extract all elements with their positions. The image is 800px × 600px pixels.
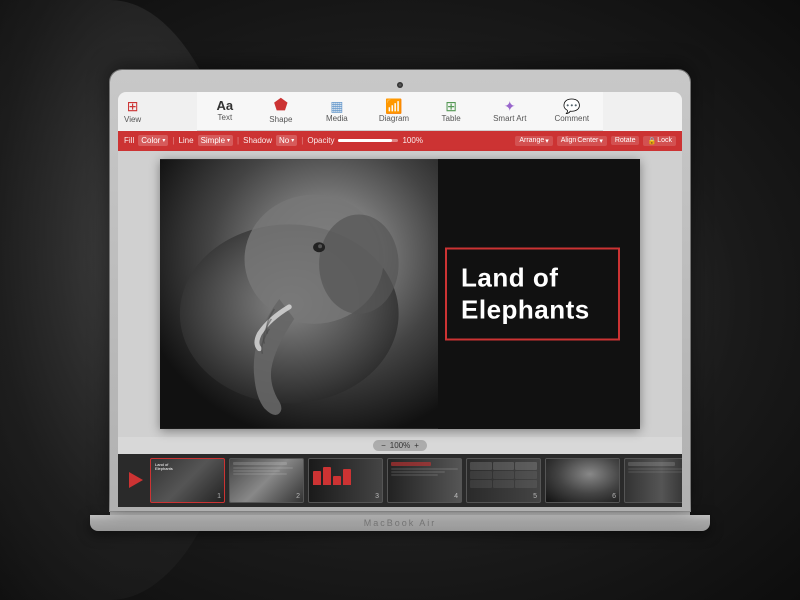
thumb-6-content bbox=[546, 459, 619, 502]
lock-icon: 🔒 bbox=[647, 137, 656, 145]
thumb-4-number: 4 bbox=[454, 493, 458, 500]
slide-strip: Land ofElephants 1 2 bbox=[118, 454, 682, 507]
align-button[interactable]: Align Center ▾ bbox=[557, 136, 607, 146]
rotate-button[interactable]: Rotate bbox=[611, 136, 640, 145]
zoom-minus-icon[interactable]: − bbox=[381, 441, 386, 450]
color-value: Color bbox=[141, 136, 160, 145]
slide-thumbnail-6[interactable]: 6 bbox=[545, 458, 620, 503]
thumb-2-content bbox=[230, 459, 303, 478]
diagram-icon: 📶 bbox=[385, 99, 402, 113]
fill-label: Fill bbox=[124, 136, 134, 145]
webcam bbox=[397, 82, 403, 88]
arrange-button[interactable]: Arrange ▾ bbox=[515, 136, 552, 146]
thumb-4-content bbox=[388, 459, 461, 479]
align-label: Align bbox=[561, 137, 577, 144]
slide-thumbnail-3[interactable]: 3 bbox=[308, 458, 383, 503]
smartart-icon: ✦ bbox=[504, 99, 516, 113]
smartart-label: Smart Art bbox=[493, 114, 526, 123]
toolbar-table-button[interactable]: ⊞ Table bbox=[431, 97, 471, 125]
slide-thumbnail-7[interactable]: 7 bbox=[624, 458, 682, 503]
shadow-dropdown[interactable]: No bbox=[276, 135, 297, 146]
toolbar-media-button[interactable]: ▦ Media bbox=[317, 97, 357, 125]
comment-label: Comment bbox=[554, 114, 589, 123]
slide-area: Land of Elephants bbox=[118, 151, 682, 437]
zoom-pill[interactable]: − 100% + bbox=[373, 440, 427, 451]
arrange-chevron-icon: ▾ bbox=[545, 137, 549, 145]
shadow-label: Shadow bbox=[243, 136, 272, 145]
thumb-1-content: Land ofElephants bbox=[151, 459, 224, 477]
thumb-3-content bbox=[309, 459, 382, 489]
align-chevron-icon: ▾ bbox=[599, 137, 603, 145]
text-label: Text bbox=[218, 113, 233, 122]
table-icon: ⊞ bbox=[445, 99, 457, 113]
view-label: View bbox=[124, 115, 141, 124]
thumb-6-number: 6 bbox=[612, 493, 616, 500]
opacity-label: Opacity bbox=[307, 136, 334, 145]
format-bar: Fill Color | Line Simple | Shadow No | bbox=[118, 131, 682, 151]
toolbar-comment-button[interactable]: 💬 Comment bbox=[548, 97, 595, 125]
opacity-slider-fill bbox=[338, 139, 392, 142]
line-style-value: Simple bbox=[201, 136, 225, 145]
arrange-label: Arrange bbox=[519, 137, 544, 144]
align-value: Center bbox=[577, 137, 598, 144]
slide-textbox[interactable]: Land of Elephants bbox=[445, 247, 620, 340]
toolbar-shape-button[interactable]: ⬟ Shape bbox=[261, 96, 301, 126]
thumb-5-content bbox=[467, 459, 540, 491]
slide-thumbnail-4[interactable]: 4 bbox=[387, 458, 462, 503]
play-triangle-icon bbox=[129, 472, 143, 488]
opacity-value: 100% bbox=[402, 136, 422, 145]
thumb-1-number: 1 bbox=[217, 493, 221, 500]
thumb-5-number: 5 bbox=[533, 493, 537, 500]
thumb-7-content bbox=[625, 459, 682, 476]
slide-thumbnail-5[interactable]: 5 bbox=[466, 458, 541, 503]
elephant-photo bbox=[160, 159, 438, 429]
line-label: Line bbox=[178, 136, 193, 145]
macbook-device: ⊞ View Aa Text ⬟ Shape bbox=[90, 70, 710, 531]
shadow-value: No bbox=[279, 136, 289, 145]
opacity-slider[interactable] bbox=[338, 139, 398, 142]
play-button[interactable] bbox=[126, 470, 146, 490]
slide-thumbnail-1[interactable]: Land ofElephants 1 bbox=[150, 458, 225, 503]
diagram-label: Diagram bbox=[379, 114, 409, 123]
screen-lid: ⊞ View Aa Text ⬟ Shape bbox=[110, 70, 690, 511]
media-icon: ▦ bbox=[330, 99, 343, 113]
shape-label: Shape bbox=[269, 115, 292, 124]
macbook-hinge bbox=[110, 511, 690, 515]
elephant-svg bbox=[160, 159, 438, 429]
line-dropdown[interactable]: Simple bbox=[198, 135, 233, 146]
zoom-plus-icon[interactable]: + bbox=[414, 441, 419, 450]
app-window: ⊞ View Aa Text ⬟ Shape bbox=[118, 92, 682, 507]
toolbar-smartart-button[interactable]: ✦ Smart Art bbox=[487, 97, 532, 125]
screen-bezel: ⊞ View Aa Text ⬟ Shape bbox=[118, 92, 682, 507]
macbook-brand-label: MacBook Air bbox=[364, 518, 437, 528]
slide: Land of Elephants bbox=[160, 159, 640, 429]
toolbar-view-button[interactable]: ⊞ View bbox=[124, 98, 141, 124]
text-icon: Aa bbox=[217, 99, 234, 112]
lock-button[interactable]: 🔒 Lock bbox=[643, 136, 676, 146]
zoom-value: 100% bbox=[390, 441, 410, 450]
slide-canvas[interactable]: Land of Elephants bbox=[118, 151, 682, 437]
shape-icon: ⬟ bbox=[274, 98, 288, 114]
toolbar-diagram-button[interactable]: 📶 Diagram bbox=[373, 97, 415, 125]
toolbar: Aa Text ⬟ Shape ▦ Media 📶 bbox=[197, 92, 603, 131]
thumb-2-number: 2 bbox=[296, 493, 300, 500]
rotate-label: Rotate bbox=[615, 137, 636, 144]
zoom-bar: − 100% + bbox=[118, 437, 682, 454]
grid-icon: ⊞ bbox=[127, 98, 139, 115]
toolbar-text-button[interactable]: Aa Text bbox=[205, 97, 245, 124]
format-right-controls: Arrange ▾ Align Center ▾ Rotate 🔒 bbox=[515, 136, 676, 146]
media-label: Media bbox=[326, 114, 348, 123]
table-label: Table bbox=[442, 114, 461, 123]
slide-title: Land of Elephants bbox=[461, 262, 590, 325]
slide-thumbnail-2[interactable]: 2 bbox=[229, 458, 304, 503]
toolbar-wrapper: ⊞ View Aa Text ⬟ Shape bbox=[118, 92, 682, 131]
thumb-3-number: 3 bbox=[375, 493, 379, 500]
color-dropdown[interactable]: Color bbox=[138, 135, 168, 146]
lock-label: Lock bbox=[657, 137, 672, 144]
macbook-base: MacBook Air bbox=[90, 515, 710, 531]
comment-icon: 💬 bbox=[563, 99, 580, 113]
